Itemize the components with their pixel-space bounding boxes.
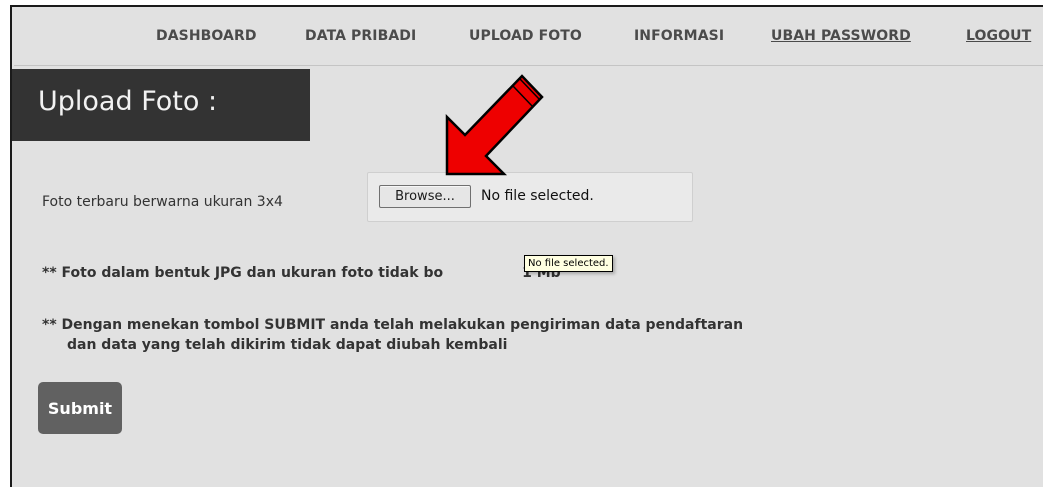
page-frame: DASHBOARD DATA PRIBADI UPLOAD FOTO INFOR… <box>10 5 1043 487</box>
file-status-text: No file selected. <box>481 188 594 204</box>
submit-button[interactable]: Submit <box>38 382 122 434</box>
nav-informasi[interactable]: INFORMASI <box>634 28 724 44</box>
page-title-box: Upload Foto : <box>12 69 310 141</box>
file-tooltip: No file selected. <box>524 255 613 272</box>
nav-upload-foto[interactable]: UPLOAD FOTO <box>469 28 582 44</box>
note-file-format: ** Foto dalam bentuk JPG dan ukuran foto… <box>42 265 561 281</box>
browse-button[interactable]: Browse... <box>379 185 471 208</box>
note-submit-line1: ** Dengan menekan tombol SUBMIT anda tel… <box>42 317 744 333</box>
nav-logout[interactable]: LOGOUT <box>966 28 1031 44</box>
page-title: Upload Foto : <box>38 86 218 117</box>
note-submit-line2: dan data yang telah dikirim tidak dapat … <box>67 337 508 353</box>
note-submit-warning: ** Dengan menekan tombol SUBMIT anda tel… <box>42 315 743 355</box>
top-navigation: DASHBOARD DATA PRIBADI UPLOAD FOTO INFOR… <box>14 9 1043 66</box>
file-input[interactable]: Browse... No file selected. <box>367 172 693 222</box>
note-file-format-start: ** Foto dalam bentuk JPG dan ukuran foto… <box>42 265 444 281</box>
photo-field-label: Foto terbaru berwarna ukuran 3x4 <box>42 194 283 210</box>
nav-dashboard[interactable]: DASHBOARD <box>156 28 257 44</box>
nav-data-pribadi[interactable]: DATA PRIBADI <box>305 28 416 44</box>
nav-ubah-password[interactable]: UBAH PASSWORD <box>771 28 911 44</box>
